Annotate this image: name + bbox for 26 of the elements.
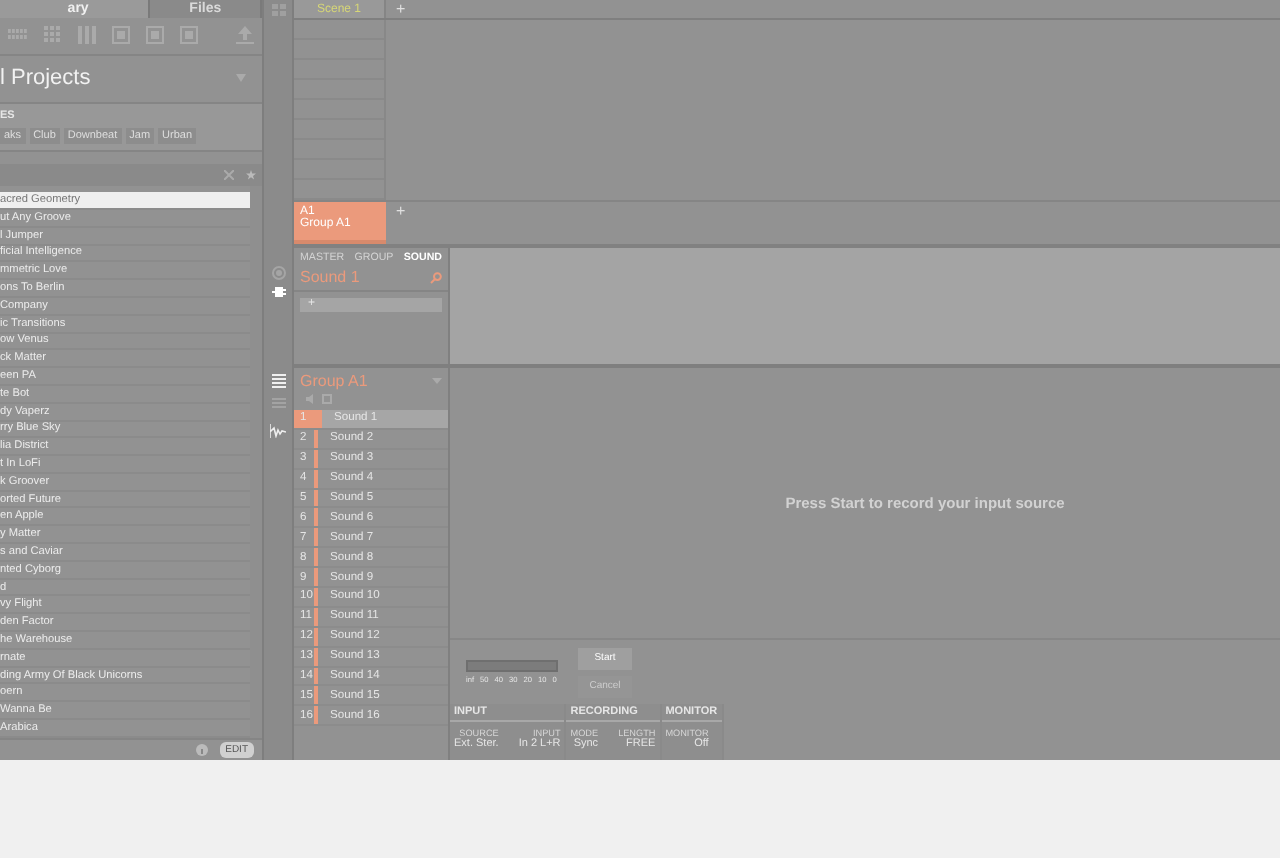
upload-icon[interactable] bbox=[236, 26, 254, 45]
record-icon[interactable] bbox=[271, 266, 285, 280]
info-icon[interactable] bbox=[195, 743, 208, 756]
project-title: l Projects bbox=[0, 66, 91, 91]
star-icon[interactable] bbox=[246, 170, 256, 181]
menu-icon[interactable] bbox=[271, 374, 285, 388]
effect-icon[interactable] bbox=[146, 26, 164, 45]
preset-icon[interactable] bbox=[180, 26, 198, 45]
search-icon[interactable] bbox=[430, 271, 442, 283]
group-title: Group A1 bbox=[300, 372, 368, 390]
sound-title: Sound 1 bbox=[300, 268, 360, 286]
grid-icon[interactable] bbox=[44, 26, 62, 45]
save-icon[interactable] bbox=[322, 394, 332, 404]
plug-icon[interactable] bbox=[271, 286, 285, 298]
waveform-icon[interactable] bbox=[270, 424, 286, 438]
dot-grid-icon[interactable] bbox=[8, 26, 28, 45]
keys-icon[interactable] bbox=[78, 26, 96, 45]
caret-icon[interactable] bbox=[236, 74, 246, 83]
add-group-button[interactable]: + bbox=[386, 202, 416, 244]
sample-icon[interactable] bbox=[112, 26, 130, 45]
close-icon[interactable] bbox=[224, 170, 234, 181]
search-field[interactable] bbox=[0, 164, 262, 187]
level-meter bbox=[466, 660, 558, 672]
speaker-icon[interactable] bbox=[306, 394, 316, 404]
add-scene-button[interactable]: + bbox=[386, 0, 416, 18]
list-icon[interactable] bbox=[271, 398, 285, 408]
